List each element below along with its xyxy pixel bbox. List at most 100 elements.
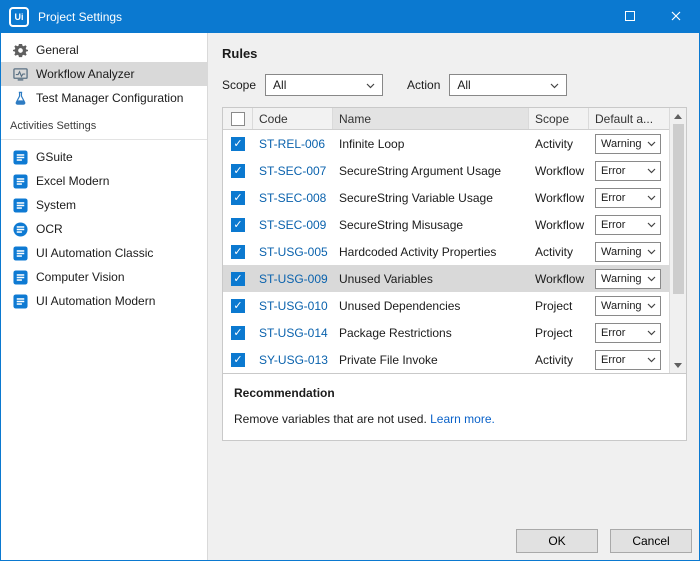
default-action-dropdown[interactable]: Warning	[595, 296, 661, 316]
test-manager-icon	[12, 90, 28, 106]
sidebar-item-system[interactable]: System	[1, 193, 207, 217]
gsuite-icon	[12, 149, 28, 165]
table-row[interactable]: ✓ST-REL-006Infinite LoopActivityWarning	[223, 130, 669, 157]
table-row[interactable]: ✓ST-USG-005Hardcoded Activity Properties…	[223, 238, 669, 265]
rule-checkbox[interactable]: ✓	[231, 191, 245, 205]
close-icon	[671, 10, 681, 24]
system-icon	[12, 197, 28, 213]
ui-automation-modern-icon	[12, 293, 28, 309]
select-all-checkbox[interactable]	[231, 112, 245, 126]
default-action-dropdown[interactable]: Error	[595, 161, 661, 181]
computer-vision-icon	[12, 269, 28, 285]
sidebar-item-ocr[interactable]: OCR	[1, 217, 207, 241]
sidebar-item-gsuite[interactable]: GSuite	[1, 145, 207, 169]
default-action-dropdown[interactable]: Error	[595, 215, 661, 235]
table-row[interactable]: ✓ST-USG-014Package RestrictionsProjectEr…	[223, 319, 669, 346]
maximize-icon	[625, 10, 635, 24]
scroll-down-button[interactable]	[670, 357, 687, 373]
scroll-up-button[interactable]	[670, 108, 687, 124]
rule-checkbox[interactable]: ✓	[231, 326, 245, 340]
column-header-name[interactable]: Name	[333, 108, 529, 129]
column-header-code[interactable]: Code	[253, 108, 333, 129]
recommendation-text: Remove variables that are not used.	[234, 412, 427, 426]
default-action-dropdown[interactable]: Warning	[595, 242, 661, 262]
table-row[interactable]: ✓ST-USG-009Unused VariablesWorkflowWarni…	[223, 265, 669, 292]
chevron-down-icon	[647, 327, 656, 339]
table-row[interactable]: ✓ST-SEC-008SecureString Variable UsageWo…	[223, 184, 669, 211]
rule-checkbox[interactable]: ✓	[231, 299, 245, 313]
sidebar-item-label: Test Manager Configuration	[36, 91, 183, 105]
rule-code: ST-REL-006	[253, 130, 333, 157]
rule-scope: Activity	[529, 130, 589, 157]
rule-name: SecureString Misusage	[333, 211, 529, 238]
sidebar-item-ui-automation-modern[interactable]: UI Automation Modern	[1, 289, 207, 313]
chevron-down-icon	[647, 354, 656, 366]
default-action-dropdown[interactable]: Warning	[595, 134, 661, 154]
rules-table-header: Code Name Scope Default a...	[223, 108, 669, 130]
titlebar[interactable]: Ui Project Settings	[1, 1, 699, 33]
action-label: Action	[407, 78, 440, 92]
rule-name: Private File Invoke	[333, 346, 529, 373]
scroll-up-icon	[674, 114, 682, 119]
default-action-dropdown[interactable]: Warning	[595, 269, 661, 289]
default-action-dropdown[interactable]: Error	[595, 188, 661, 208]
scope-dropdown-value: All	[273, 78, 286, 92]
default-action-dropdown[interactable]: Error	[595, 323, 661, 343]
close-button[interactable]	[653, 1, 699, 33]
table-row[interactable]: ✓SY-USG-013Private File InvokeActivityEr…	[223, 346, 669, 373]
excel-modern-icon	[12, 173, 28, 189]
learn-more-link[interactable]: Learn more.	[430, 412, 495, 426]
rules-heading: Rules	[222, 46, 699, 61]
chevron-down-icon	[647, 165, 656, 177]
rule-code: ST-USG-014	[253, 319, 333, 346]
default-action-value: Warning	[601, 300, 642, 312]
default-action-dropdown[interactable]: Error	[595, 350, 661, 370]
recommendation-heading: Recommendation	[234, 386, 675, 400]
action-dropdown[interactable]: All	[449, 74, 567, 96]
gear-icon	[12, 42, 28, 58]
sidebar-item-label: UI Automation Classic	[36, 246, 153, 260]
scroll-down-icon	[674, 363, 682, 368]
chevron-down-icon	[647, 246, 656, 258]
rule-code: ST-SEC-008	[253, 184, 333, 211]
scope-dropdown[interactable]: All	[265, 74, 383, 96]
column-header-scope[interactable]: Scope	[529, 108, 589, 129]
action-dropdown-value: All	[457, 78, 470, 92]
default-action-value: Error	[601, 165, 625, 177]
sidebar-item-test-manager-configuration[interactable]: Test Manager Configuration	[1, 86, 207, 110]
rule-code: ST-USG-010	[253, 292, 333, 319]
vertical-scrollbar[interactable]	[669, 108, 686, 373]
rule-scope: Project	[529, 319, 589, 346]
sidebar-item-general[interactable]: General	[1, 38, 207, 62]
rule-checkbox[interactable]: ✓	[231, 353, 245, 367]
default-action-value: Warning	[601, 138, 642, 150]
ok-button[interactable]: OK	[516, 529, 598, 553]
rule-checkbox[interactable]: ✓	[231, 245, 245, 259]
default-action-value: Error	[601, 219, 625, 231]
rule-name: Unused Variables	[333, 265, 529, 292]
window-title: Project Settings	[38, 10, 122, 24]
column-header-default-action[interactable]: Default a...	[589, 108, 669, 129]
table-row[interactable]: ✓ST-USG-010Unused DependenciesProjectWar…	[223, 292, 669, 319]
sidebar-item-excel-modern[interactable]: Excel Modern	[1, 169, 207, 193]
rule-checkbox[interactable]: ✓	[231, 272, 245, 286]
sidebar-item-computer-vision[interactable]: Computer Vision	[1, 265, 207, 289]
cancel-button[interactable]: Cancel	[610, 529, 692, 553]
table-row[interactable]: ✓ST-SEC-007SecureString Argument UsageWo…	[223, 157, 669, 184]
sidebar-item-label: OCR	[36, 222, 63, 236]
default-action-value: Error	[601, 354, 625, 366]
table-row[interactable]: ✓ST-SEC-009SecureString MisusageWorkflow…	[223, 211, 669, 238]
settings-sidebar: GeneralWorkflow Analyzer Test Manager Con…	[1, 33, 208, 560]
sidebar-item-label: UI Automation Modern	[36, 294, 155, 308]
sidebar-item-ui-automation-classic[interactable]: UI Automation Classic	[1, 241, 207, 265]
maximize-button[interactable]	[607, 1, 653, 33]
rule-code: ST-SEC-007	[253, 157, 333, 184]
workflow-analyzer-icon	[12, 66, 28, 82]
rule-checkbox[interactable]: ✓	[231, 218, 245, 232]
default-action-value: Warning	[601, 246, 642, 258]
scrollbar-thumb[interactable]	[673, 124, 684, 294]
rule-checkbox[interactable]: ✓	[231, 164, 245, 178]
rule-checkbox[interactable]: ✓	[231, 137, 245, 151]
rule-name: SecureString Argument Usage	[333, 157, 529, 184]
sidebar-item-workflow-analyzer[interactable]: Workflow Analyzer	[1, 62, 207, 86]
